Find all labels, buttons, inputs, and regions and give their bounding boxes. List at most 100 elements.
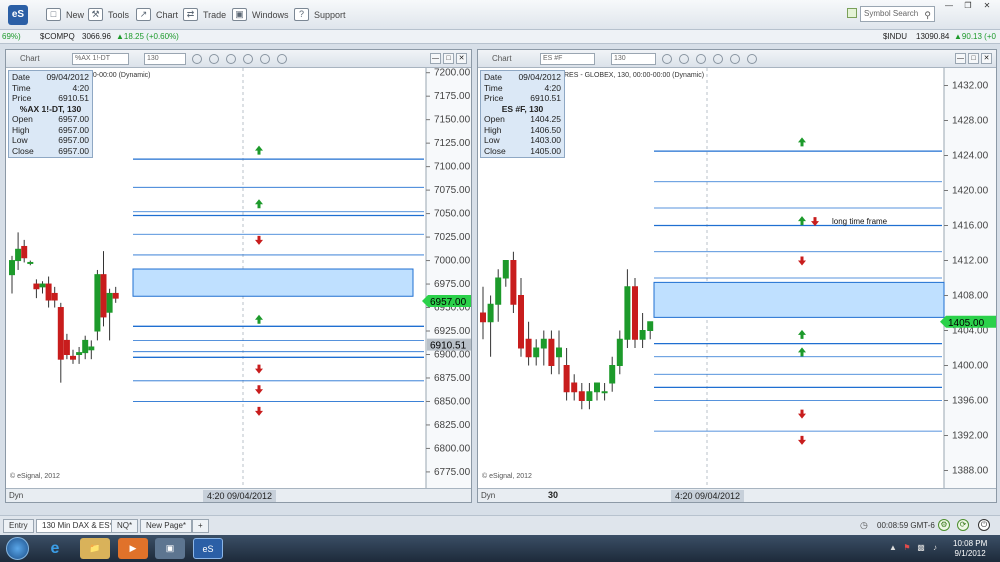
tray-volume-icon[interactable]: ♪ <box>930 543 940 553</box>
pencil-icon[interactable] <box>679 54 689 64</box>
dyn-label[interactable]: Dyn <box>481 489 495 502</box>
trade-button[interactable]: ⇄ Trade <box>183 6 226 24</box>
symbol-interval: ES #F, 130 <box>501 103 544 114</box>
chart-panel-dax[interactable]: Chart %AX 1!-DT 130 — □ ✕ 6775.00 6800.00… <box>5 49 472 503</box>
link-icon[interactable] <box>747 54 757 64</box>
candle-body <box>76 352 83 355</box>
tray-arrow-icon[interactable]: ▲ <box>888 543 898 553</box>
desktop-app-icon[interactable]: ▣ <box>155 538 185 559</box>
close-window-button[interactable]: ✕ <box>978 1 996 12</box>
price-tick-label: 6825.00 <box>434 420 471 431</box>
power-icon[interactable]: ⏻ <box>978 519 990 531</box>
price-tick-label: 7100.00 <box>434 162 471 173</box>
panel-maximize-button[interactable]: □ <box>968 53 979 64</box>
supply-demand-zone <box>653 281 945 318</box>
clock-icon[interactable] <box>662 54 672 64</box>
tools-icon: ⚒ <box>88 8 103 21</box>
ticker-indu-symbol[interactable]: $INDU <box>883 30 907 44</box>
copyright-label: © eSignal, 2012 <box>482 472 532 480</box>
restore-button[interactable]: ❐ <box>959 1 977 12</box>
open-label: Open <box>12 114 33 124</box>
chart-button[interactable]: ↗ Chart <box>136 6 178 24</box>
tray-flag-icon[interactable]: ⚑ <box>902 543 912 553</box>
candle-body <box>27 261 34 264</box>
search-toggle-checkbox[interactable] <box>847 8 857 18</box>
support-button[interactable]: ? Support <box>294 6 346 24</box>
price-tick-label: 1388.00 <box>952 466 989 477</box>
minus-circle-icon[interactable] <box>226 54 236 64</box>
panel-minimize-button[interactable]: — <box>955 53 966 64</box>
internet-explorer-icon[interactable]: e <box>40 538 70 559</box>
candle-body <box>57 307 64 360</box>
minimize-button[interactable]: — <box>940 1 958 12</box>
candle-body <box>578 391 585 401</box>
tab-130-min-dax-es[interactable]: 130 Min DAX & ES* <box>36 519 119 533</box>
settings-icon[interactable]: ⚙ <box>938 519 950 531</box>
arrow-up-icon <box>255 199 263 209</box>
tray-network-icon[interactable]: ▩ <box>916 543 926 553</box>
windows-button[interactable]: ▣ Windows <box>232 6 289 24</box>
candle-body <box>639 330 646 340</box>
data-window: Date 09/04/2012 Time 4:20 Price 6910.51 ES … <box>480 70 565 158</box>
esignal-taskbar-button[interactable]: eS <box>193 538 223 559</box>
tab-nq[interactable]: NQ* <box>111 519 139 533</box>
app-logo[interactable]: eS <box>8 5 28 25</box>
minus-circle-icon[interactable] <box>696 54 706 64</box>
price-tick-label: 6875.00 <box>434 373 471 384</box>
candle-body <box>15 248 22 262</box>
arrow-up-icon <box>798 329 806 339</box>
add-tab-button[interactable]: + <box>192 519 209 533</box>
open-value: 1404.25 <box>530 114 561 124</box>
candle-body <box>94 274 101 332</box>
panel-minimize-button[interactable]: — <box>430 53 441 64</box>
arrow-down-icon <box>811 217 819 227</box>
tab-entry[interactable]: Entry <box>3 519 34 533</box>
chart-panel-es[interactable]: Chart ES #F 130 — □ ✕ 1388.00 1392.00 1396… <box>477 49 997 503</box>
refresh-icon[interactable] <box>260 54 270 64</box>
candle-body <box>502 260 509 279</box>
candle-body <box>112 292 119 299</box>
candle-body <box>563 365 570 393</box>
media-player-icon[interactable]: ▶ <box>118 538 148 559</box>
price-tick-label: 1432.00 <box>952 81 989 92</box>
price-tick-label: 1408.00 <box>952 291 989 302</box>
price-tick-label: 7025.00 <box>434 232 471 243</box>
panel-close-button[interactable]: ✕ <box>456 53 467 64</box>
interval-field[interactable]: 130 <box>611 53 656 65</box>
price-tick-label: 1420.00 <box>952 186 989 197</box>
date-value: 09/04/2012 <box>46 72 89 82</box>
low-value: 6957.00 <box>58 135 89 145</box>
clock-icon[interactable] <box>192 54 202 64</box>
play-icon[interactable] <box>243 54 253 64</box>
system-clock[interactable]: 10:08 PM 9/1/2012 <box>953 539 987 559</box>
symbol-field[interactable]: %AX 1!-DT <box>72 53 129 65</box>
new-button[interactable]: □ New <box>46 6 84 24</box>
low-label: Low <box>12 135 28 145</box>
dyn-label[interactable]: Dyn <box>9 489 23 502</box>
refresh-icon[interactable] <box>730 54 740 64</box>
low-label: Low <box>484 135 500 145</box>
symbol-field[interactable]: ES #F <box>540 53 595 65</box>
price-tick-label: 1416.00 <box>952 221 989 232</box>
chart-panel-header: Chart %AX 1!-DT 130 — □ ✕ <box>6 50 471 68</box>
date-label: Date <box>12 72 30 82</box>
link-icon[interactable] <box>277 54 287 64</box>
arrow-up-icon <box>255 314 263 324</box>
panel-close-button[interactable]: ✕ <box>981 53 992 64</box>
ticker-comp-symbol[interactable]: $COMPQ <box>40 30 75 44</box>
tools-button[interactable]: ⚒ Tools <box>88 6 129 24</box>
candle-body <box>21 245 28 259</box>
play-icon[interactable] <box>713 54 723 64</box>
tab-new-page[interactable]: New Page* <box>140 519 193 533</box>
session-label: RES - GLOBEX, 130, 00:00-00:00 (Dynamic) <box>564 72 705 79</box>
panel-maximize-button[interactable]: □ <box>443 53 454 64</box>
status-refresh-icon[interactable]: ⟳ <box>957 519 969 531</box>
supply-demand-zone <box>132 268 414 297</box>
start-button[interactable] <box>6 537 29 560</box>
symbol-search-input[interactable]: Symbol Search ⚲ <box>860 6 935 22</box>
close-value: 6957.00 <box>58 145 89 156</box>
interval-field[interactable]: 130 <box>144 53 186 65</box>
pencil-icon[interactable] <box>209 54 219 64</box>
file-explorer-icon[interactable]: 📁 <box>80 538 110 559</box>
time-value: 4:20 <box>544 82 561 93</box>
